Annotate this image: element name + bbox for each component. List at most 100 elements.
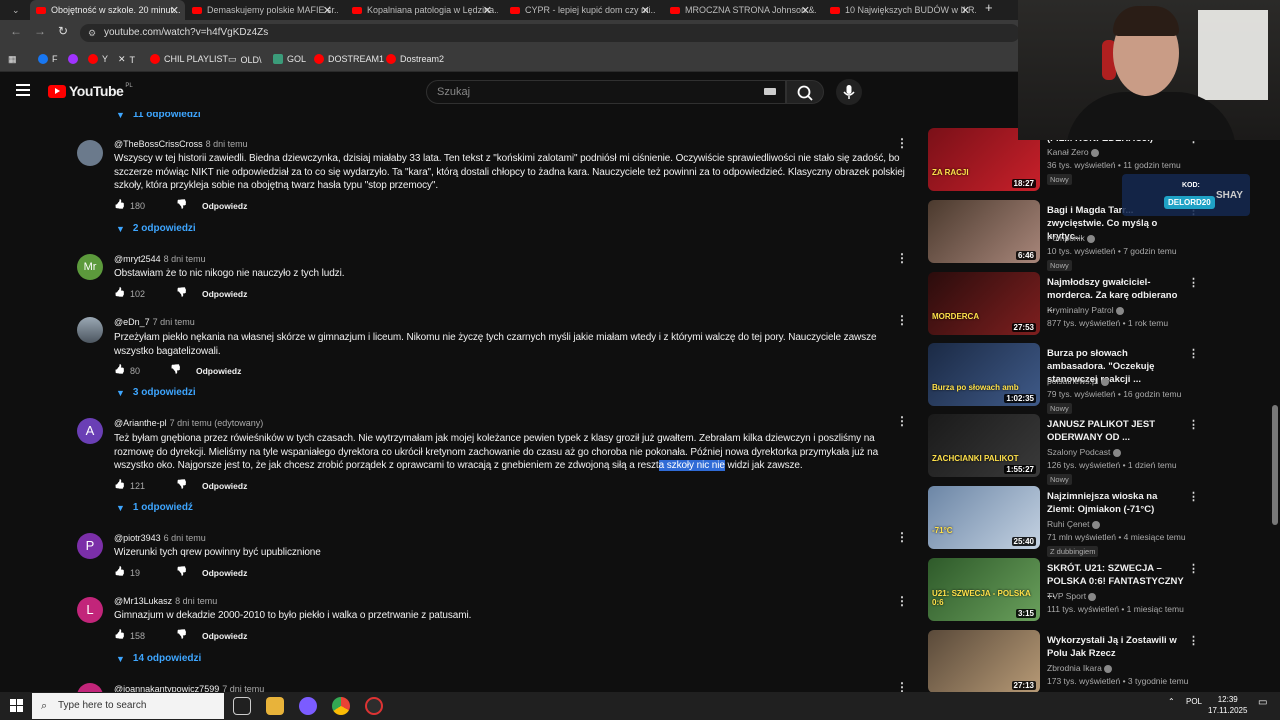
task-view-icon[interactable] bbox=[233, 697, 251, 715]
bookmark-messenger[interactable] bbox=[68, 54, 82, 64]
video-title[interactable]: JANUSZ PALIKOT JEST ODERWANY OD ... bbox=[1047, 418, 1187, 444]
video-menu-icon[interactable]: ⋮ bbox=[1188, 634, 1199, 647]
like-icon[interactable] bbox=[114, 481, 124, 491]
site-info-icon[interactable]: ⚙ bbox=[88, 24, 96, 42]
like-icon[interactable] bbox=[114, 568, 124, 578]
close-tab-icon[interactable]: ✕ bbox=[170, 4, 179, 17]
video-thumbnail[interactable]: -71°C 25:40 bbox=[928, 486, 1040, 549]
notifications-icon[interactable]: ▭ bbox=[1258, 697, 1267, 708]
tray-chevron-icon[interactable]: ⌃ bbox=[1168, 697, 1175, 706]
related-video-item[interactable]: -71°C 25:40 Najzimniejsza wioska na Ziemi:… bbox=[928, 486, 1199, 557]
windows-start-icon[interactable] bbox=[10, 699, 23, 712]
video-thumbnail[interactable]: 27:13 bbox=[928, 630, 1040, 692]
avatar[interactable]: A bbox=[77, 418, 103, 444]
search-input[interactable]: Szukaj bbox=[426, 80, 786, 104]
language-indicator[interactable]: POL bbox=[1186, 697, 1202, 706]
dislike-icon[interactable] bbox=[176, 631, 186, 641]
bookmark-dostream2[interactable]: Dostream2 bbox=[386, 54, 444, 64]
comment-menu-icon[interactable]: ⋮ bbox=[896, 414, 908, 428]
reply-button[interactable]: Odpowiedz bbox=[202, 481, 247, 491]
comment-author[interactable]: @Arianthe-pl 7 dni temu (edytowany) bbox=[114, 418, 263, 428]
avatar[interactable]: L bbox=[77, 597, 103, 623]
reply-button[interactable]: Odpowiedz bbox=[202, 631, 247, 641]
channel-name[interactable]: Szalony Podcast bbox=[1047, 447, 1121, 457]
video-menu-icon[interactable]: ⋮ bbox=[1188, 347, 1199, 360]
video-thumbnail[interactable]: MORDERCA 27:53 bbox=[928, 272, 1040, 335]
close-tab-icon[interactable]: ✕ bbox=[483, 4, 492, 17]
channel-name[interactable]: Zbrodnia Ikara bbox=[1047, 663, 1113, 673]
browser-tab[interactable]: Kopalniana patologia w Lędzina... ✕ bbox=[346, 0, 498, 20]
browser-tab[interactable]: 10 Największych BUDÓW w II R... ✕ bbox=[824, 0, 976, 20]
channel-name[interactable]: polsatnews.pl bbox=[1047, 376, 1109, 386]
related-video-item[interactable]: Burza po słowach amb 1:02:35 Burza po słow… bbox=[928, 343, 1199, 414]
reply-button[interactable]: Odpowiedz bbox=[202, 568, 247, 578]
channel-name[interactable]: TVP Sport bbox=[1047, 591, 1097, 601]
avatar[interactable] bbox=[77, 683, 103, 692]
comment-author[interactable]: @piotr3943 6 dni temu bbox=[114, 533, 206, 543]
close-tab-icon[interactable]: ✕ bbox=[323, 4, 332, 17]
related-video-item[interactable]: ZACHCIANKI PALIKOT 1:55:27 JANUSZ PALIKOT … bbox=[928, 414, 1199, 485]
taskbar-search-input[interactable]: ⌕ Type here to search bbox=[32, 693, 224, 719]
comment-author[interactable]: @mryt2544 8 dni temu bbox=[114, 254, 206, 264]
comment-menu-icon[interactable]: ⋮ bbox=[896, 530, 908, 544]
comment-author[interactable]: @eDn_7 7 dni temu bbox=[114, 317, 195, 327]
url-field[interactable]: ⚙ youtube.com/watch?v=h4fVgKDz4Zs bbox=[80, 24, 1020, 42]
clock[interactable]: 12:39 17.11.2025 bbox=[1208, 694, 1247, 716]
dislike-icon[interactable] bbox=[170, 366, 180, 376]
voice-search-button[interactable] bbox=[836, 79, 862, 105]
comment-menu-icon[interactable]: ⋮ bbox=[896, 680, 908, 692]
avatar[interactable] bbox=[77, 317, 103, 343]
comment-author[interactable]: @TheBossCrissCross 8 dni temu bbox=[114, 139, 248, 149]
page-scrollbar[interactable] bbox=[1272, 405, 1278, 525]
replies-toggle[interactable]: ▼ 2 odpowiedzi bbox=[116, 223, 196, 234]
video-thumbnail[interactable]: U21: SZWECJA - POLSKA 0:6 3:15 bbox=[928, 558, 1040, 621]
video-menu-icon[interactable]: ⋮ bbox=[1188, 418, 1199, 431]
comment-menu-icon[interactable]: ⋮ bbox=[896, 136, 908, 150]
close-tab-icon[interactable]: ✕ bbox=[801, 4, 810, 17]
search-button[interactable] bbox=[786, 80, 824, 104]
channel-name[interactable]: Kryminalny Patrol bbox=[1047, 305, 1124, 315]
avatar[interactable]: Mr bbox=[77, 254, 103, 280]
dislike-icon[interactable] bbox=[176, 568, 186, 578]
browser-tab[interactable]: MROCZNA STRONA Johnson &... ✕ bbox=[664, 0, 816, 20]
discord-icon[interactable] bbox=[299, 697, 317, 715]
comment-menu-icon[interactable]: ⋮ bbox=[896, 594, 908, 608]
browser-tab[interactable]: Demaskujemy polskie MAFIE śr... ✕ bbox=[186, 0, 338, 20]
related-video-item[interactable]: U21: SZWECJA - POLSKA 0:6 3:15 SKRÓT. U21:… bbox=[928, 558, 1199, 622]
menu-icon[interactable] bbox=[16, 84, 30, 96]
bookmark-f[interactable]: F bbox=[38, 54, 58, 64]
browser-tab[interactable]: Obojętność w szkole. 20 minut... ✕ bbox=[30, 0, 185, 20]
video-title[interactable]: Wykorzystali Ją i Zostawili w Polu Jak R… bbox=[1047, 634, 1187, 660]
dislike-icon[interactable] bbox=[176, 289, 186, 299]
file-explorer-icon[interactable] bbox=[266, 697, 284, 715]
video-menu-icon[interactable]: ⋮ bbox=[1188, 562, 1199, 575]
bookmark-chil-playlist[interactable]: CHIL PLAYLIST bbox=[150, 54, 228, 64]
chrome-icon[interactable] bbox=[332, 697, 350, 715]
replies-toggle[interactable]: ▼ 1 odpowiedź bbox=[116, 502, 193, 513]
replies-toggle[interactable]: ▼ 14 odpowiedzi bbox=[116, 653, 201, 664]
like-icon[interactable] bbox=[114, 631, 124, 641]
tab-search-icon[interactable]: ⌄ bbox=[6, 0, 26, 20]
video-menu-icon[interactable]: ⋮ bbox=[1188, 276, 1199, 289]
bookmark-t[interactable]: ✕ T bbox=[118, 54, 135, 65]
channel-name[interactable]: Ruhi Çenet bbox=[1047, 519, 1100, 529]
youtube-logo[interactable]: YouTube PL bbox=[48, 83, 133, 99]
bookmark-y[interactable]: Y bbox=[88, 54, 108, 64]
reload-icon[interactable]: ↻ bbox=[58, 24, 68, 38]
related-video-item[interactable]: MORDERCA 27:53 Najmłodszy gwałciciel-morde… bbox=[928, 272, 1199, 336]
reply-button[interactable]: Odpowiedz bbox=[202, 201, 247, 211]
apps-icon[interactable]: ▦ bbox=[8, 54, 17, 65]
comment-author[interactable]: @Mr13Lukasz 8 dni temu bbox=[114, 596, 217, 606]
like-icon[interactable] bbox=[114, 366, 124, 376]
avatar[interactable]: P bbox=[77, 533, 103, 559]
replies-toggle[interactable]: ▼ 11 odpowiedzi bbox=[116, 112, 201, 120]
comment-menu-icon[interactable]: ⋮ bbox=[896, 251, 908, 265]
new-tab-button[interactable]: + bbox=[985, 0, 993, 20]
bookmark-old[interactable]: ▭ OLD\ bbox=[228, 54, 262, 65]
obs-icon[interactable] bbox=[365, 697, 383, 715]
avatar[interactable] bbox=[77, 140, 103, 166]
video-menu-icon[interactable]: ⋮ bbox=[1188, 490, 1199, 503]
browser-tab[interactable]: CYPR - lepiej kupić dom czy mi... ✕ bbox=[504, 0, 656, 20]
video-thumbnail[interactable]: 6:46 bbox=[928, 200, 1040, 263]
keyboard-icon[interactable] bbox=[764, 88, 776, 95]
